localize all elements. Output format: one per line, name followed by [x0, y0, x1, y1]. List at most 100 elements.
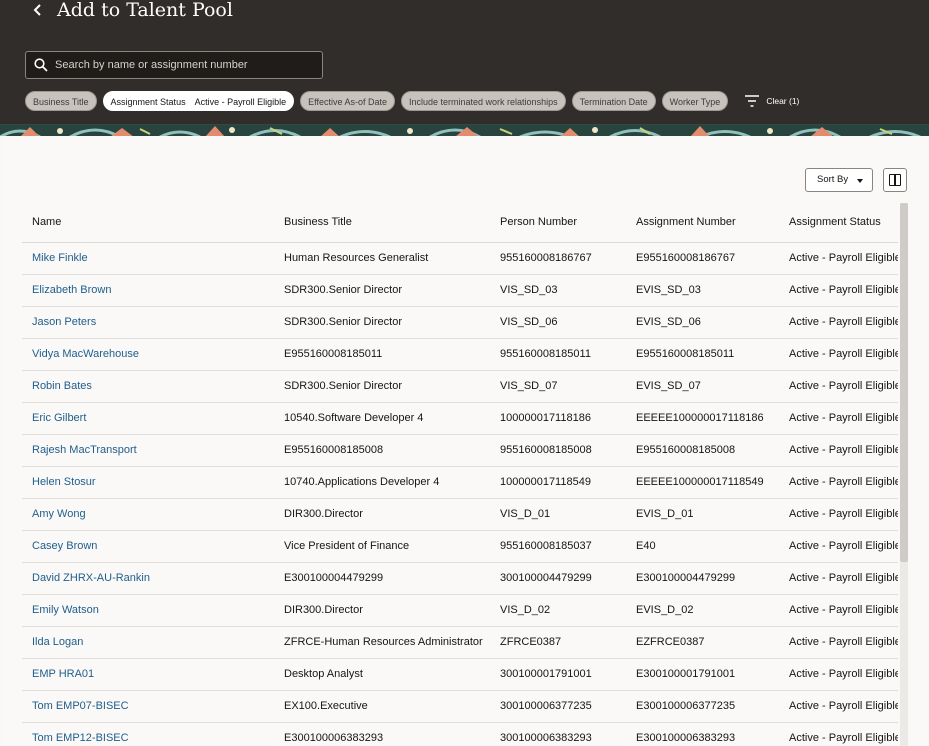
person-number-cell: VIS_SD_03: [490, 274, 626, 307]
assignment-status-cell: Active - Payroll Eligible: [779, 498, 898, 531]
table-row[interactable]: Vidya MacWarehouse E955160008185011 955160…: [22, 338, 898, 371]
filter-chip-include-terminated[interactable]: Include terminated work relationships: [401, 91, 566, 111]
filter-chip-assignment-status[interactable]: Assignment Status Active - Payroll Eligib…: [102, 91, 295, 111]
column-header-business-title[interactable]: Business Title: [274, 203, 490, 243]
person-name-link[interactable]: David ZHRX-AU-Rankin: [32, 572, 150, 584]
person-name-link[interactable]: EMP HRA01: [32, 668, 94, 680]
name-cell[interactable]: Emily Watson: [22, 594, 274, 627]
assignment-status-cell: Active - Payroll Eligible: [779, 562, 898, 595]
results-table-container: Name Business Title Person Number Assign…: [22, 203, 898, 746]
name-cell[interactable]: Jason Peters: [22, 306, 274, 339]
person-name-link[interactable]: Rajesh MacTransport: [32, 444, 137, 456]
filter-chip-termination-date[interactable]: Termination Date: [571, 91, 656, 111]
assignment-number-cell: EVIS_D_01: [626, 498, 779, 531]
name-cell[interactable]: Robin Bates: [22, 370, 274, 403]
name-cell[interactable]: Casey Brown: [22, 530, 274, 563]
assignment-number-cell: E300100004479299: [626, 562, 779, 595]
person-name-link[interactable]: Tom EMP07-BISEC: [32, 700, 129, 712]
person-name-link[interactable]: Helen Stosur: [32, 476, 96, 488]
filter-chips: Business Title Assignment Status Active -…: [25, 90, 799, 112]
chip-label: Include terminated work relationships: [409, 97, 558, 107]
name-cell[interactable]: David ZHRX-AU-Rankin: [22, 562, 274, 595]
caret-down-icon: [857, 179, 863, 183]
column-header-assignment-status[interactable]: Assignment Status: [779, 203, 898, 243]
name-cell[interactable]: Ilda Logan: [22, 626, 274, 659]
columns-button[interactable]: [883, 168, 907, 192]
back-button[interactable]: [26, 0, 50, 22]
business-title-cell: E955160008185011: [274, 338, 490, 371]
chip-label: Assignment Status: [110, 97, 186, 107]
person-name-link[interactable]: Ilda Logan: [32, 636, 83, 648]
name-cell[interactable]: Eric Gilbert: [22, 402, 274, 435]
assignment-status-cell: Active - Payroll Eligible: [779, 242, 898, 275]
person-number-cell: 100000017118186: [490, 402, 626, 435]
clear-filters-button[interactable]: Clear (1): [744, 94, 799, 108]
assignment-number-cell: E955160008185011: [626, 338, 779, 371]
table-row[interactable]: Tom EMP07-BISEC EX100.Executive 3001000063…: [22, 690, 898, 723]
person-name-link[interactable]: Tom EMP12-BISEC: [32, 732, 129, 744]
person-name-link[interactable]: Vidya MacWarehouse: [32, 348, 139, 360]
business-title-cell: E300100004479299: [274, 562, 490, 595]
business-title-cell: DIR300.Director: [274, 498, 490, 531]
business-title-cell: DIR300.Director: [274, 594, 490, 627]
business-title-cell: E955160008185008: [274, 434, 490, 467]
business-title-cell: SDR300.Senior Director: [274, 274, 490, 307]
table-row[interactable]: Helen Stosur 10740.Applications Developer…: [22, 466, 898, 499]
filter-chip-worker-type[interactable]: Worker Type: [661, 91, 729, 111]
name-cell[interactable]: Amy Wong: [22, 498, 274, 531]
name-cell[interactable]: Tom EMP07-BISEC: [22, 690, 274, 723]
table-row[interactable]: Elizabeth Brown SDR300.Senior Director VIS…: [22, 274, 898, 307]
table-row[interactable]: Amy Wong DIR300.Director VIS_D_01 EVIS_D_01…: [22, 498, 898, 531]
column-header-person-number[interactable]: Person Number: [490, 203, 626, 243]
search-icon: [34, 58, 48, 72]
assignment-status-cell: Active - Payroll Eligible: [779, 658, 898, 691]
person-name-link[interactable]: Emily Watson: [32, 604, 99, 616]
name-cell[interactable]: Rajesh MacTransport: [22, 434, 274, 467]
table-row[interactable]: Tom EMP12-BISEC E300100006383293 300100006…: [22, 722, 898, 746]
table-row[interactable]: Eric Gilbert 10540.Software Developer 4 10…: [22, 402, 898, 435]
assignment-status-cell: Active - Payroll Eligible: [779, 626, 898, 659]
person-number-cell: VIS_SD_06: [490, 306, 626, 339]
person-name-link[interactable]: Jason Peters: [32, 316, 96, 328]
name-cell[interactable]: Mike Finkle: [22, 242, 274, 275]
name-cell[interactable]: Tom EMP12-BISEC: [22, 722, 274, 746]
table-row[interactable]: Ilda Logan ZFRCE-Human Resources Administ…: [22, 626, 898, 659]
name-cell[interactable]: Vidya MacWarehouse: [22, 338, 274, 371]
assignment-number-cell: EEEEE100000017118549: [626, 466, 779, 499]
table-row[interactable]: Jason Peters SDR300.Senior Director VIS_SD…: [22, 306, 898, 339]
chip-label: Worker Type: [669, 97, 721, 107]
decorative-banner: [0, 124, 929, 136]
table-row[interactable]: Casey Brown Vice President of Finance 9551…: [22, 530, 898, 563]
person-name-link[interactable]: Elizabeth Brown: [32, 284, 112, 296]
person-number-cell: 955160008186767: [490, 242, 626, 275]
business-title-cell: 10740.Applications Developer 4: [274, 466, 490, 499]
column-header-name[interactable]: Name: [22, 203, 274, 243]
table-row[interactable]: Emily Watson DIR300.Director VIS_D_02 EVIS_…: [22, 594, 898, 627]
table-row[interactable]: Rajesh MacTransport E955160008185008 95516…: [22, 434, 898, 467]
person-name-link[interactable]: Amy Wong: [32, 508, 86, 520]
table-row[interactable]: Robin Bates SDR300.Senior Director VIS_SD_…: [22, 370, 898, 403]
sort-by-button[interactable]: Sort By: [805, 168, 873, 192]
search-input[interactable]: [55, 59, 315, 71]
business-title-cell: 10540.Software Developer 4: [274, 402, 490, 435]
person-name-link[interactable]: Casey Brown: [32, 540, 97, 552]
person-name-link[interactable]: Mike Finkle: [32, 252, 88, 264]
search-box[interactable]: [25, 51, 323, 79]
person-name-link[interactable]: Robin Bates: [32, 380, 92, 392]
person-number-cell: ZFRCE0387: [490, 626, 626, 659]
name-cell[interactable]: Helen Stosur: [22, 466, 274, 499]
person-name-link[interactable]: Eric Gilbert: [32, 412, 86, 424]
column-header-assignment-number[interactable]: Assignment Number: [626, 203, 779, 243]
table-row[interactable]: David ZHRX-AU-Rankin E300100004479299 3001…: [22, 562, 898, 595]
name-cell[interactable]: EMP HRA01: [22, 658, 274, 691]
name-cell[interactable]: Elizabeth Brown: [22, 274, 274, 307]
table-row[interactable]: EMP HRA01 Desktop Analyst 300100001791001 E…: [22, 658, 898, 691]
scrollbar-thumb[interactable]: [900, 203, 908, 562]
business-title-cell: SDR300.Senior Director: [274, 370, 490, 403]
vertical-scrollbar[interactable]: [900, 203, 908, 746]
filter-chip-business-title[interactable]: Business Title: [25, 91, 97, 111]
person-number-cell: VIS_D_02: [490, 594, 626, 627]
business-title-cell: EX100.Executive: [274, 690, 490, 723]
table-row[interactable]: Mike Finkle Human Resources Generalist 955…: [22, 242, 898, 275]
filter-chip-effective-date[interactable]: Effective As-of Date: [300, 91, 395, 111]
